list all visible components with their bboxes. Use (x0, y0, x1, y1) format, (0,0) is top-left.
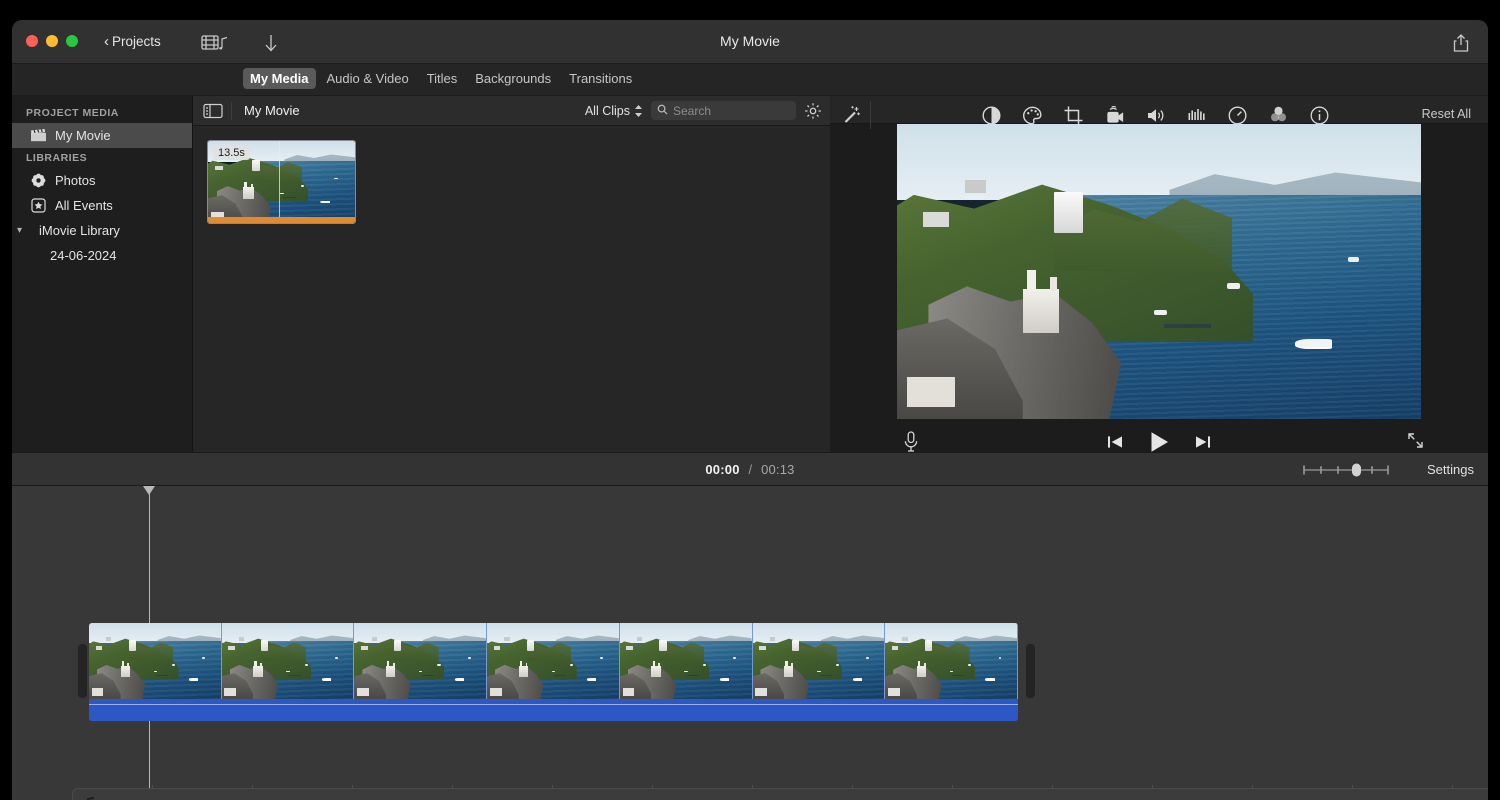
sidebar: PROJECT MEDIA My Movie LIBRARIES Photos … (12, 96, 193, 452)
playhead-handle[interactable] (143, 486, 155, 495)
settings-button[interactable]: Settings (1427, 462, 1474, 477)
sidebar-item-photos[interactable]: Photos (12, 168, 192, 193)
search-icon (657, 102, 668, 120)
viewer-adjustments-toolbar: Reset All (830, 96, 1488, 129)
sidebar-item-label-all-events: All Events (55, 198, 113, 213)
playback-controls (830, 419, 1488, 452)
filmstrip-frame (221, 623, 355, 699)
sidebar-header-libraries: LIBRARIES (26, 152, 88, 164)
sidebar-item-label-photos: Photos (55, 173, 96, 188)
skip-to-end-icon[interactable] (1194, 433, 1212, 451)
skip-to-start-icon[interactable] (1106, 433, 1124, 451)
music-track-row[interactable] (72, 788, 1488, 800)
search-placeholder: Search (673, 103, 712, 118)
music-note-icon (83, 795, 96, 800)
clip-selection-bar[interactable] (208, 217, 355, 223)
filmstrip-frame (487, 623, 620, 699)
sidebar-item-label-event: 24-06-2024 (50, 248, 117, 263)
timecode-display: 00:00 / 00:13 (12, 462, 1488, 477)
magic-wand-icon[interactable] (841, 104, 863, 126)
tab-audio-video[interactable]: Audio & Video (320, 68, 416, 89)
sidebar-item-event-24-06-2024[interactable]: 24-06-2024 (12, 243, 192, 268)
timeline[interactable] (12, 486, 1488, 800)
media-tabs: My Media Audio & Video Titles Background… (243, 68, 639, 89)
current-time: 00:00 (705, 462, 740, 477)
main-area: PROJECT MEDIA My Movie LIBRARIES Photos … (12, 96, 1488, 452)
photos-flower-icon (30, 173, 46, 189)
tab-titles[interactable]: Titles (420, 68, 465, 89)
media-clip-card[interactable]: 13.5s (207, 140, 356, 224)
toolbar-divider (231, 101, 232, 120)
timeline-zoom-slider[interactable] (1300, 463, 1392, 477)
title-bar: ‹ Projects My Movie (12, 20, 1488, 64)
color-correction-palette-icon[interactable] (1021, 104, 1043, 126)
speed-gauge-icon[interactable] (1226, 104, 1248, 126)
window-title: My Movie (720, 33, 780, 49)
timecode-bar: 00:00 / 00:13 Settings (12, 452, 1488, 486)
sidebar-item-my-movie[interactable]: My Movie (12, 123, 192, 148)
filters-overlap-icon[interactable] (1267, 104, 1289, 126)
volume-icon[interactable] (1144, 104, 1166, 126)
search-input[interactable]: Search (651, 101, 796, 120)
sidebar-header-project-media: PROJECT MEDIA (26, 107, 119, 119)
viewer-panel: Reset All (830, 96, 1488, 452)
equalizer-icon[interactable] (1185, 104, 1207, 126)
filmstrip-frame (354, 623, 488, 699)
filmstrip-frame (89, 623, 222, 699)
viewer-stage (830, 123, 1488, 419)
stabilization-camera-icon[interactable] (1103, 104, 1125, 126)
gear-icon[interactable] (804, 102, 822, 120)
timecode-separator: / (748, 462, 753, 477)
total-duration: 00:13 (761, 462, 795, 477)
browser-clip-grid: 13.5s (193, 126, 830, 452)
browser-title: My Movie (244, 103, 300, 118)
video-preview[interactable] (897, 123, 1421, 419)
sidebar-item-label-my-movie: My Movie (55, 128, 111, 143)
browser-toolbar: My Movie All Clips Search (193, 96, 830, 126)
share-icon[interactable] (1448, 31, 1474, 55)
play-icon[interactable] (1146, 429, 1172, 455)
chevron-updown-icon (634, 104, 643, 118)
imovie-window: ‹ Projects My Movie My Media Audio & Vid… (12, 20, 1488, 800)
clip-frame-divider (278, 141, 280, 223)
media-browser: My Movie All Clips Search 13.5s (193, 96, 830, 452)
clip-trim-handle-right[interactable] (1026, 644, 1035, 698)
tab-backgrounds[interactable]: Backgrounds (468, 68, 558, 89)
sidebar-toggle-icon[interactable] (203, 103, 223, 119)
timeline-clip[interactable] (89, 623, 1018, 721)
clip-trim-handle-left[interactable] (78, 644, 87, 698)
sidebar-item-imovie-library[interactable]: ▾ iMovie Library (12, 218, 192, 243)
fullscreen-icon[interactable] (1406, 431, 1426, 451)
tab-transitions[interactable]: Transitions (562, 68, 639, 89)
clip-duration-badge: 13.5s (213, 146, 250, 160)
filmstrip-frame (619, 623, 753, 699)
media-tabs-bar: My Media Audio & Video Titles Background… (12, 64, 1488, 96)
toolbar-divider (870, 101, 871, 129)
clapperboard-icon (30, 128, 46, 144)
audio-waveform-line (89, 704, 1018, 705)
tab-my-media[interactable]: My Media (243, 68, 316, 89)
info-icon[interactable] (1308, 104, 1330, 126)
reset-all-button[interactable]: Reset All (1416, 105, 1477, 123)
clip-filmstrip (89, 623, 1018, 699)
filmstrip-frame (752, 623, 886, 699)
all-clips-filter[interactable]: All Clips (585, 104, 643, 118)
all-clips-label: All Clips (584, 103, 630, 118)
color-balance-icon[interactable] (980, 104, 1002, 126)
sidebar-item-all-events[interactable]: All Events (12, 193, 192, 218)
sidebar-item-label-imovie-library: iMovie Library (39, 223, 120, 238)
filmstrip-frame (885, 623, 1018, 699)
clip-audio-waveform[interactable] (89, 699, 1018, 721)
chevron-down-icon[interactable]: ▾ (17, 225, 27, 236)
crop-icon[interactable] (1062, 104, 1084, 126)
star-box-icon (30, 198, 46, 214)
